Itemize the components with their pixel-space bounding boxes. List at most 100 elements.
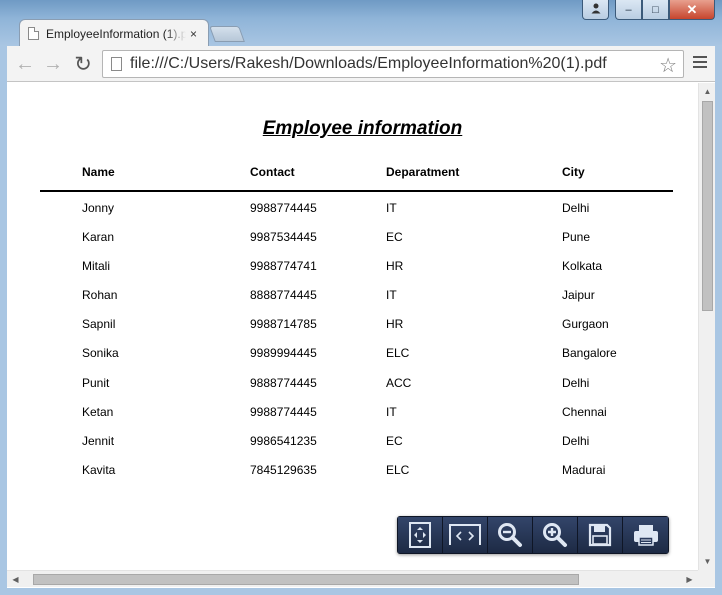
zoom-in-button[interactable]	[533, 517, 578, 553]
back-button[interactable]: ←	[13, 52, 37, 76]
cell-city: Delhi	[562, 201, 590, 215]
table-row: Jennit 9986541235 EC Delhi	[7, 434, 698, 463]
cell-contact: 9987534445	[250, 230, 317, 245]
cell-city: Gurgaon	[562, 317, 609, 332]
maximize-button[interactable]: □	[642, 0, 669, 20]
cell-city: Jaipur	[562, 288, 595, 303]
window-border-left	[0, 46, 7, 595]
cell-name: Sapnil	[82, 317, 116, 332]
minimize-icon: –	[625, 3, 632, 16]
print-icon	[632, 523, 660, 547]
column-header-city: City	[562, 165, 585, 179]
user-icon	[590, 2, 602, 17]
address-bar[interactable]: file:///C:/Users/Rakesh/Downloads/Employ…	[102, 50, 684, 78]
cell-contact: 9988774741	[250, 259, 317, 274]
forward-button[interactable]: →	[41, 52, 65, 76]
cell-department: IT	[386, 404, 397, 419]
browser-tab[interactable]: EmployeeInformation (1).pdf ×	[19, 19, 209, 47]
pdf-viewer-toolbar	[397, 516, 669, 554]
save-icon	[588, 523, 612, 547]
tab-close-icon[interactable]: ×	[190, 27, 197, 41]
back-arrow-icon: ←	[15, 52, 35, 75]
cell-city: Chennai	[562, 404, 607, 419]
cell-department: IT	[386, 201, 397, 215]
table-header: Name Contact Deparatment City	[7, 165, 698, 181]
cell-name: Punit	[82, 375, 110, 390]
close-icon: ✕	[686, 1, 698, 17]
cell-department: HR	[386, 259, 404, 274]
cell-name: Mitali	[82, 259, 111, 274]
window-controls: – □ ✕	[582, 0, 715, 20]
menu-icon-bar	[693, 61, 707, 63]
reload-icon: ↻	[74, 52, 92, 76]
scrollbar-corner	[698, 570, 715, 587]
cell-contact: 9888774445	[250, 375, 317, 390]
horizontal-scrollbar[interactable]: ◀ ▶	[7, 570, 698, 587]
window-border-bottom	[0, 588, 722, 595]
cell-contact: 9988714785	[250, 317, 317, 332]
cell-department: ELC	[386, 462, 410, 477]
scroll-down-arrow-icon[interactable]: ▼	[699, 553, 716, 570]
cell-name: Ketan	[82, 404, 114, 419]
save-button[interactable]	[578, 517, 623, 553]
table-row: Ketan 9988774445 IT Chennai	[7, 405, 698, 434]
new-tab-button[interactable]	[209, 26, 245, 42]
table-row: Sapnil 9988714785 HR Gurgaon	[7, 317, 698, 346]
reload-button[interactable]: ↻	[71, 52, 95, 76]
vertical-scrollbar[interactable]: ▲ ▼	[698, 83, 715, 570]
pdf-viewport: Employee information Name Contact Depara…	[7, 83, 698, 570]
table-row: Mitali 9988774741 HR Kolkata	[7, 259, 698, 288]
zoom-out-button[interactable]	[488, 517, 533, 553]
url-text[interactable]: file:///C:/Users/Rakesh/Downloads/Employ…	[130, 55, 607, 73]
cell-contact: 8888774445	[250, 288, 317, 303]
table-row: Sonika 9989994445 ELC Bangalore	[7, 346, 698, 375]
fit-width-button[interactable]	[443, 517, 488, 553]
cell-city: Kolkata	[562, 259, 603, 274]
print-button[interactable]	[623, 517, 668, 553]
scroll-up-arrow-icon[interactable]: ▲	[699, 83, 716, 100]
cell-city: Delhi	[562, 375, 590, 390]
table-row: Jonny 9988774445 IT Delhi	[7, 201, 698, 230]
fit-width-icon	[448, 523, 482, 547]
minimize-button[interactable]: –	[615, 0, 642, 20]
close-window-button[interactable]: ✕	[669, 0, 715, 20]
cell-city: Bangalore	[562, 346, 617, 361]
bookmark-star-icon[interactable]: ☆	[659, 53, 677, 78]
fit-page-icon	[408, 522, 432, 548]
cell-city: Madurai	[562, 462, 606, 477]
document-icon	[28, 27, 39, 40]
column-header-department: Deparatment	[386, 165, 460, 179]
table-body: Jonny 9988774445 IT Delhi Karan 99875344…	[7, 201, 698, 492]
page-icon	[111, 57, 122, 71]
cell-name: Rohan	[82, 288, 118, 303]
horizontal-scroll-thumb[interactable]	[33, 574, 579, 585]
menu-icon-bar	[693, 66, 707, 68]
table-row: Punit 9888774445 ACC Delhi	[7, 376, 698, 405]
cell-department: HR	[386, 317, 404, 332]
scroll-left-arrow-icon[interactable]: ◀	[7, 571, 24, 588]
vertical-scroll-thumb[interactable]	[702, 101, 713, 311]
zoom-out-icon	[497, 522, 523, 548]
scroll-right-arrow-icon[interactable]: ▶	[681, 571, 698, 588]
header-divider	[40, 190, 673, 192]
cell-city: Pune	[562, 230, 591, 245]
user-profile-button[interactable]	[582, 0, 609, 20]
window-border-right	[715, 46, 722, 595]
cell-name: Jonny	[82, 201, 115, 215]
cell-contact: 9988774445	[250, 201, 317, 215]
table-row: Kavita 7845129635 ELC Madurai	[7, 463, 698, 492]
column-header-name: Name	[82, 165, 115, 179]
fit-page-button[interactable]	[398, 517, 443, 553]
cell-department: EC	[386, 433, 403, 448]
chrome-menu-button[interactable]	[693, 56, 707, 70]
table-row: Rohan 8888774445 IT Jaipur	[7, 288, 698, 317]
zoom-in-icon	[542, 522, 568, 548]
cell-contact: 9989994445	[250, 346, 317, 361]
cell-city: Delhi	[562, 433, 590, 448]
document-title: Employee information	[262, 118, 463, 139]
cell-department: ELC	[386, 346, 410, 361]
forward-arrow-icon: →	[43, 52, 63, 75]
cell-department: ACC	[386, 375, 412, 390]
cell-contact: 9986541235	[250, 433, 317, 448]
cell-name: Sonika	[82, 346, 119, 361]
